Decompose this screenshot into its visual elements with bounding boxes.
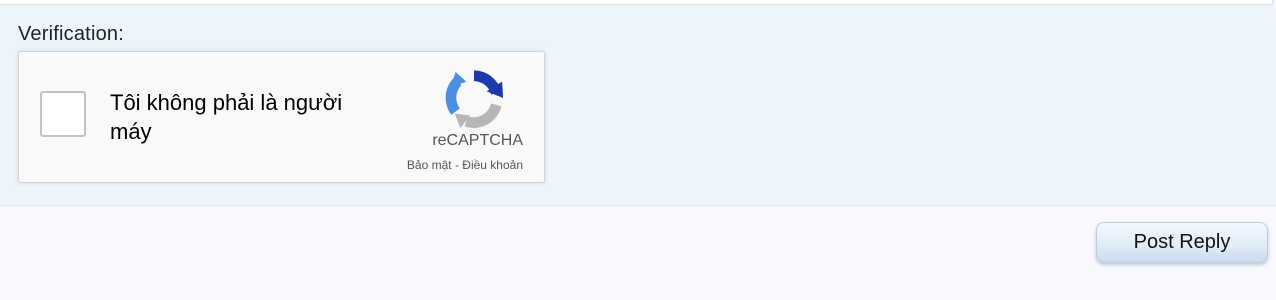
previous-field-edge [0, 0, 1273, 5]
page: Verification: Tôi không phải là người má… [0, 0, 1276, 300]
privacy-link[interactable]: Bảo mật [407, 158, 452, 172]
recaptcha-widget: Tôi không phải là người máy reCAPTCHA Bả… [18, 51, 545, 183]
recaptcha-label: Tôi không phải là người máy [110, 90, 343, 144]
verification-label: Verification: [18, 23, 124, 45]
links-separator: - [451, 158, 463, 172]
terms-link[interactable]: Điều khoản [462, 158, 523, 172]
recaptcha-brand-text: reCAPTCHA [432, 132, 523, 149]
post-reply-button[interactable]: Post Reply [1096, 222, 1268, 263]
verification-section: Verification: Tôi không phải là người má… [0, 0, 1276, 206]
recaptcha-links: Bảo mật - Điều khoản [359, 158, 523, 172]
recaptcha-checkbox[interactable] [40, 91, 86, 137]
recaptcha-logo-icon [445, 70, 504, 129]
